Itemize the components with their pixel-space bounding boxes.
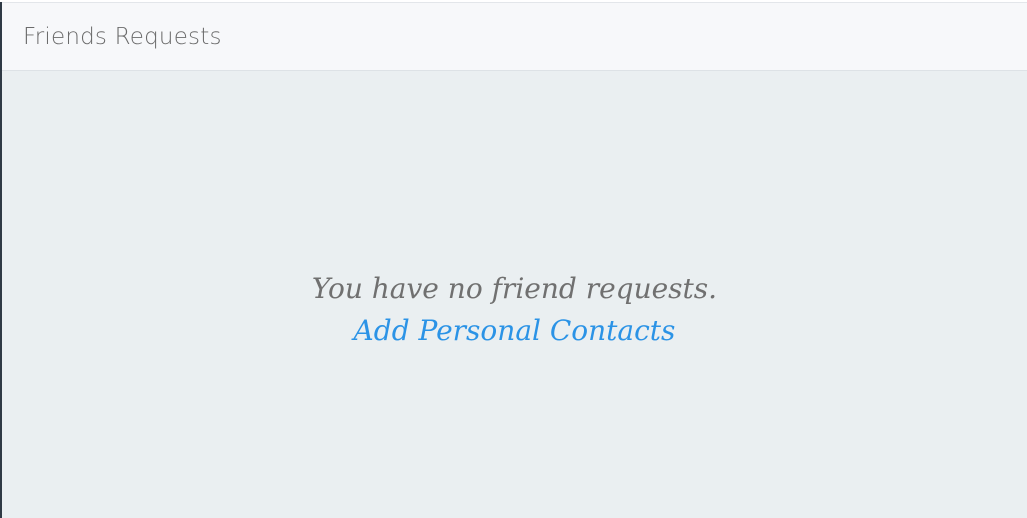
empty-state-message: You have no friend requests. bbox=[311, 272, 718, 305]
empty-state: You have no friend requests. Add Persona… bbox=[2, 268, 1027, 352]
panel-header: Friends Requests bbox=[2, 2, 1027, 71]
panel-title: Friends Requests bbox=[23, 23, 222, 50]
add-personal-contacts-link[interactable]: Add Personal Contacts bbox=[354, 310, 676, 352]
panel-body: You have no friend requests. Add Persona… bbox=[2, 71, 1027, 516]
friend-requests-panel: Friends Requests You have no friend requ… bbox=[0, 2, 1027, 518]
